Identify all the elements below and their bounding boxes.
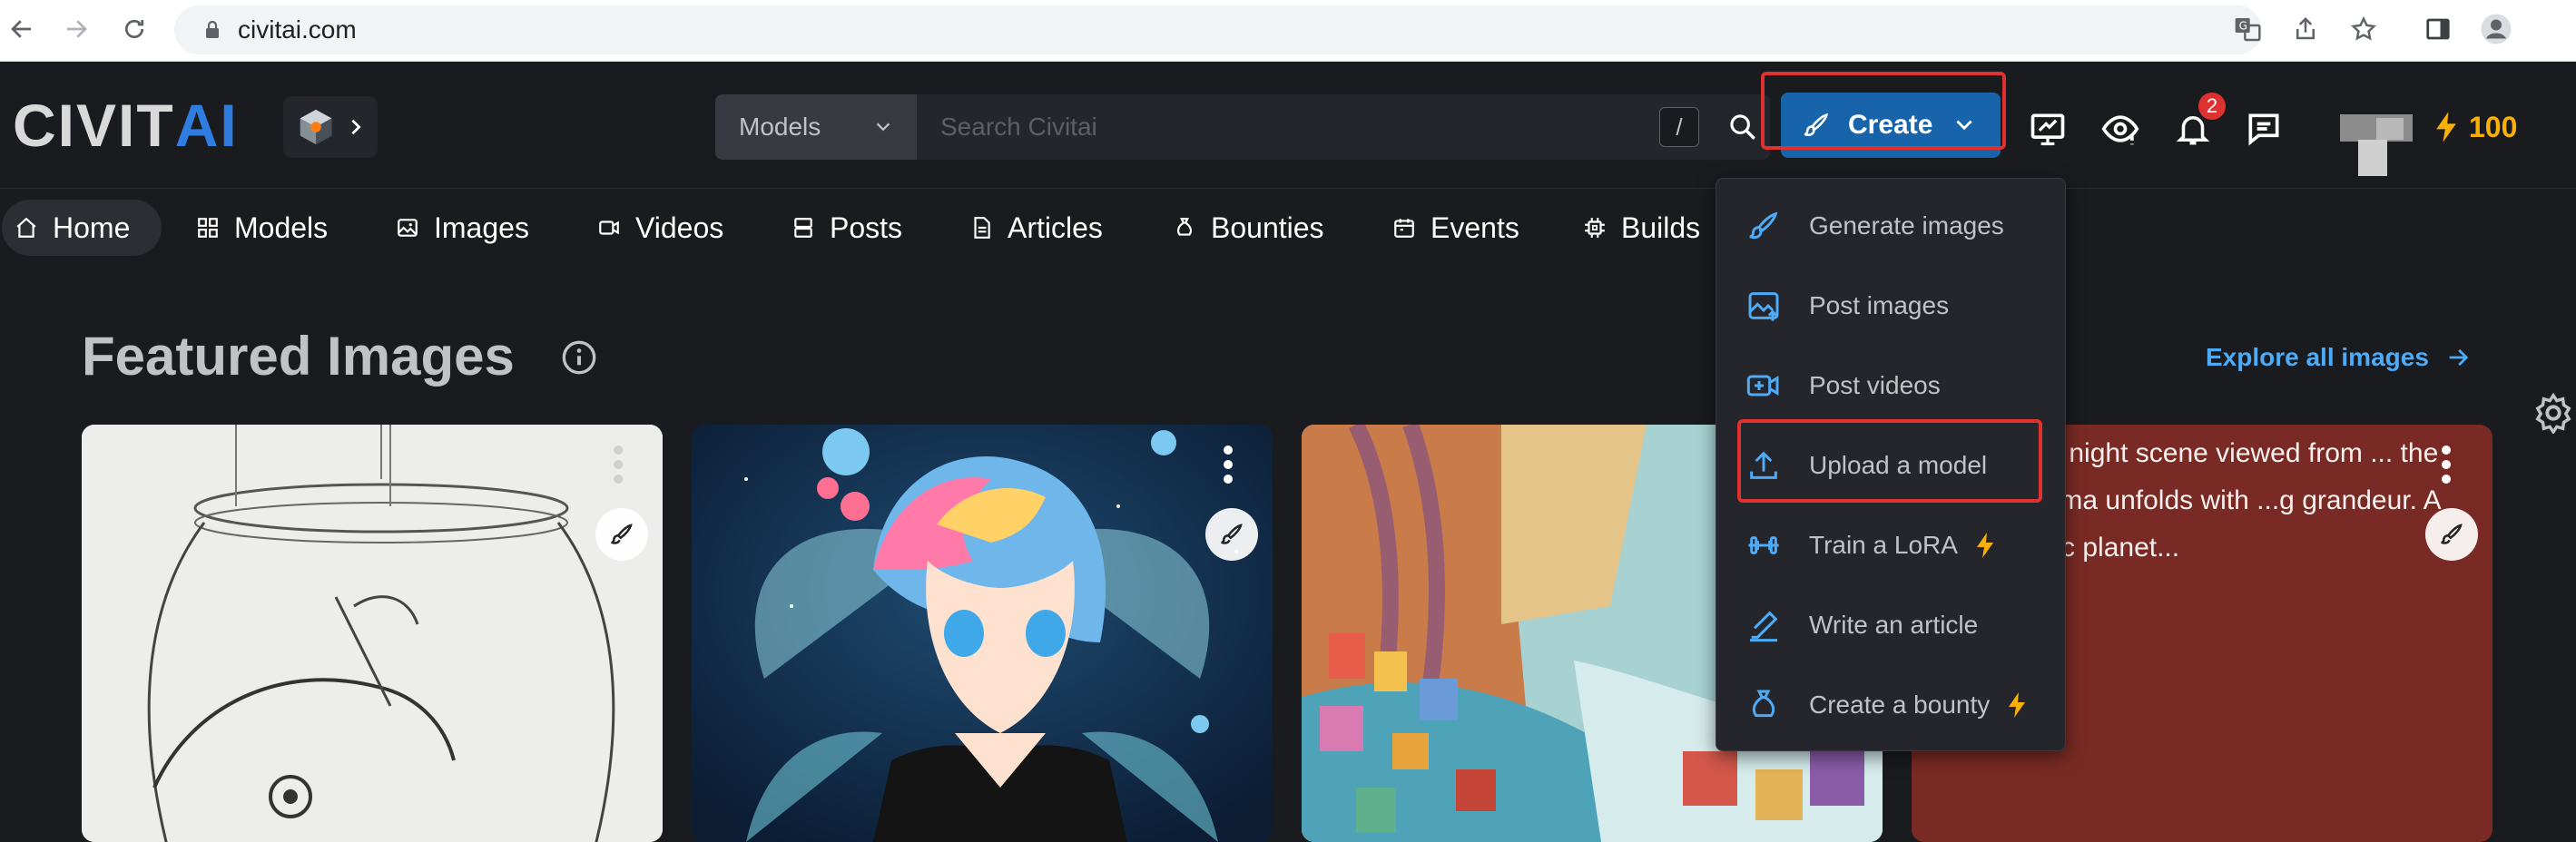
url-text: civitai.com (238, 15, 357, 44)
user-avatar[interactable] (2335, 109, 2429, 181)
moneybag-icon (1177, 218, 1192, 236)
lightning-bolt-icon (1976, 533, 1993, 558)
photo-up-icon (1748, 292, 1779, 321)
barbell-icon (1748, 536, 1779, 554)
lightning-bolt-icon (2436, 112, 2456, 142)
notification-count-badge: 2 (2197, 91, 2227, 122)
more-options-icon[interactable] (2440, 445, 2453, 485)
forward-button[interactable] (58, 11, 94, 47)
image-card[interactable] (692, 425, 1273, 842)
cube-badge-icon (300, 109, 332, 145)
arrow-right-icon (2449, 348, 2469, 367)
profile-button[interactable] (2476, 9, 2516, 49)
brush-icon (611, 524, 633, 544)
card-image (82, 425, 663, 842)
chevron-right-icon (351, 119, 361, 135)
reload-button[interactable] (116, 11, 152, 47)
menu-item-post-images[interactable]: Post images (1716, 269, 2067, 342)
remix-button[interactable] (1205, 508, 1258, 561)
brush-icon (1221, 524, 1243, 544)
menu-item-train-a-lora[interactable]: Train a LoRA (1716, 509, 2067, 582)
home-icon (16, 217, 36, 238)
star-icon (2351, 15, 2376, 41)
monitor-icon (2030, 113, 2065, 146)
search-input[interactable]: Search Civitai / (917, 94, 1716, 160)
main-nav-tabs: Home Models Images Videos Posts Articles… (0, 189, 2576, 434)
search-shortcut-hint: / (1659, 107, 1699, 147)
tab-videos[interactable]: Videos (585, 200, 736, 256)
moderation-display-button[interactable] (2026, 107, 2070, 151)
search-icon (1730, 114, 1755, 140)
calendar-icon (1394, 219, 1414, 238)
side-panel-icon (2426, 18, 2450, 40)
file-text-icon (974, 217, 990, 239)
message-icon (2248, 113, 2279, 146)
cpu-icon (1585, 218, 1605, 238)
menu-item-post-videos[interactable]: Post videos (1716, 349, 2067, 422)
arrow-left-icon (11, 20, 31, 38)
image-card[interactable] (82, 425, 663, 842)
arrow-right-icon (67, 20, 87, 38)
video-icon (599, 220, 619, 235)
browsing-mode-button[interactable] (2099, 107, 2142, 151)
season-badge-button[interactable] (283, 96, 378, 158)
browser-toolbar: civitai.com G (0, 0, 2576, 62)
tab-images[interactable]: Images (383, 200, 542, 256)
highlight-create (1761, 72, 2006, 150)
moneybag-icon (1752, 690, 1775, 718)
brush-icon (2441, 524, 2463, 544)
explore-all-images-link[interactable]: Explore all images (2206, 343, 2471, 372)
svg-text:G: G (2239, 20, 2247, 33)
translate-button[interactable]: G (2227, 9, 2267, 49)
lightning-bolt-icon (2009, 692, 2026, 718)
pencil-line-icon (1750, 611, 1778, 642)
tab-models[interactable]: Models (183, 200, 340, 256)
sidepanel-button[interactable] (2418, 9, 2458, 49)
menu-item-write-an-article[interactable]: Write an article (1716, 589, 2067, 661)
menu-item-generate-images[interactable]: Generate images (1716, 190, 2067, 262)
back-button[interactable] (4, 11, 40, 47)
tab-bounties[interactable]: Bounties (1160, 200, 1337, 256)
photo-icon (398, 219, 418, 237)
video-plus-icon (1746, 375, 1779, 397)
tab-builds[interactable]: Builds (1570, 200, 1713, 256)
card-image (692, 425, 1273, 842)
layout-grid-icon (198, 218, 218, 238)
tab-posts[interactable]: Posts (779, 200, 915, 256)
menu-item-create-a-bounty[interactable]: Create a bounty (1716, 669, 2067, 741)
search-type-select[interactable]: Models (715, 94, 917, 160)
civitai-logo[interactable]: CIVIT AI (13, 95, 239, 155)
bookmark-button[interactable] (2344, 9, 2384, 49)
more-options-icon[interactable] (612, 445, 624, 485)
site-header: CIVIT AI Models Search Civitai / Create 2 (0, 62, 2576, 189)
page-title: Featured Images (82, 326, 515, 387)
share-button[interactable] (2286, 9, 2325, 49)
avatar-image (2340, 114, 2413, 176)
share-icon (2296, 16, 2315, 40)
lock-icon (206, 20, 219, 38)
highlight-upload-model (1737, 419, 2042, 503)
info-icon[interactable] (561, 339, 597, 376)
gear-icon[interactable] (2532, 392, 2574, 434)
tab-articles[interactable]: Articles (957, 200, 1116, 256)
reload-icon (124, 19, 144, 39)
chat-button[interactable] (2242, 107, 2286, 151)
translate-icon: G (2235, 18, 2261, 42)
chevron-down-icon (876, 122, 890, 132)
search-bar: Models Search Civitai / (715, 94, 1770, 160)
remix-button[interactable] (595, 508, 648, 561)
tab-home[interactable]: Home (2, 200, 162, 256)
remix-button[interactable] (2425, 508, 2478, 561)
tab-events[interactable]: Events (1380, 200, 1532, 256)
posts-icon (794, 218, 812, 238)
buzz-balance[interactable]: 100 (2433, 107, 2517, 147)
brush-icon (1749, 211, 1778, 240)
more-options-icon[interactable] (1222, 445, 1234, 485)
account-icon (2481, 14, 2512, 44)
eye-icon (2101, 115, 2139, 145)
address-bar[interactable]: civitai.com (174, 5, 2262, 54)
